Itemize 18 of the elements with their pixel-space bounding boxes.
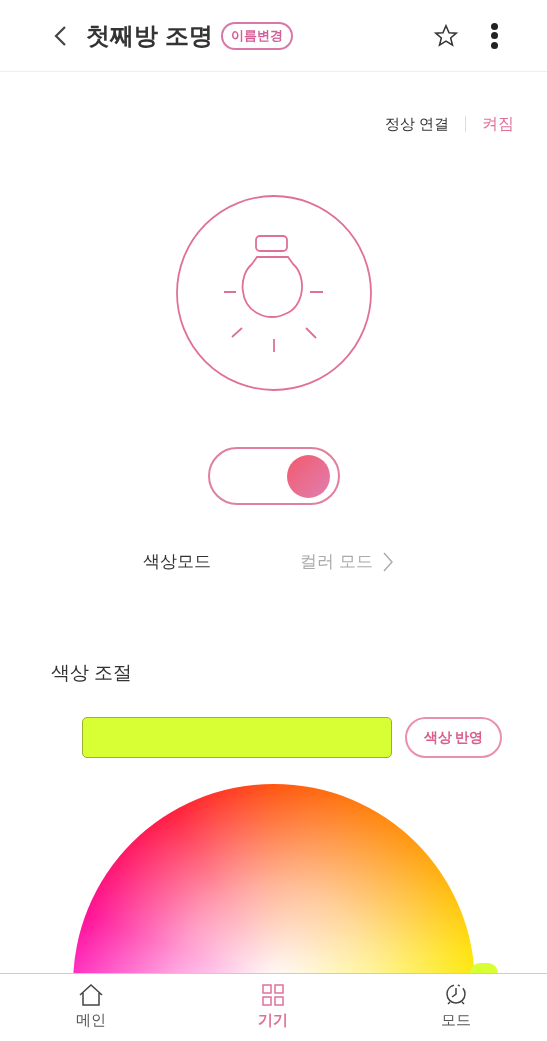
power-status: 켜짐 [482, 114, 514, 134]
rename-button[interactable]: 이름변경 [220, 21, 293, 50]
nav-tab[interactable]: 기기 [182, 974, 365, 1041]
section-title: 색상 조절 [51, 660, 134, 685]
more-menu-icon[interactable] [489, 21, 499, 50]
nav-tab[interactable]: 모드 [364, 974, 547, 1041]
page-title: 첫째방 조명 [86, 20, 213, 51]
favorite-star-icon[interactable] [433, 22, 459, 49]
connection-status: 정상 연결 [384, 113, 449, 134]
grid-icon [261, 983, 286, 1008]
power-toggle[interactable] [207, 447, 340, 505]
chevron-right-icon [382, 551, 393, 572]
color-mode-label: 색상모드 [143, 551, 212, 573]
apply-color-button[interactable]: 색상 반영 [405, 717, 502, 758]
light-bulb-icon [174, 194, 373, 392]
color-mode-selector[interactable]: 컬러 모드 [300, 549, 393, 575]
nav-tab[interactable]: 메인 [0, 974, 183, 1041]
home-icon [78, 983, 105, 1008]
